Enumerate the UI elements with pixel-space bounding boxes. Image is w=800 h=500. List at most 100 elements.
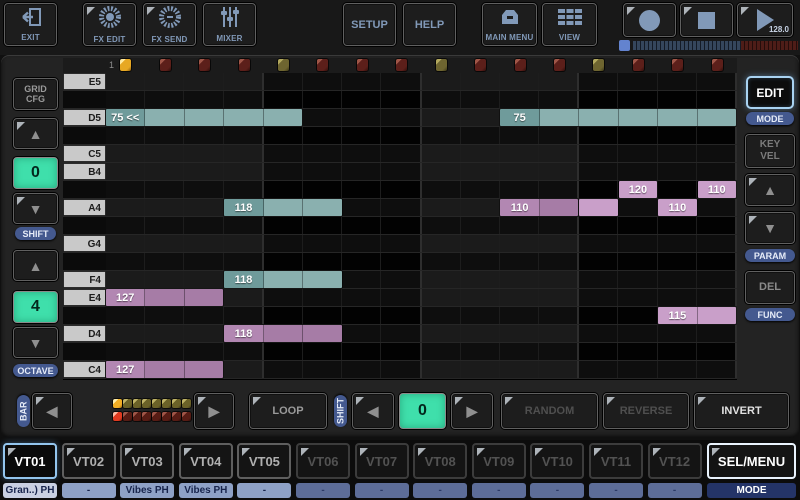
note-tail[interactable] [658,109,697,126]
grid-cell[interactable] [422,343,461,360]
grid-cell[interactable] [539,361,579,378]
grid-cell[interactable] [618,235,657,252]
grid-cell[interactable] [461,73,500,90]
grid-cell[interactable] [618,325,657,342]
grid-cell[interactable] [381,325,421,342]
grid-cell[interactable] [618,343,657,360]
grid-cell[interactable] [264,145,303,162]
grid-cell[interactable] [381,181,421,198]
grid-cell[interactable] [303,109,342,126]
setup-button[interactable]: SETUP [343,3,396,46]
grid-cell[interactable] [342,343,381,360]
track-tab-vt10[interactable]: VT10 [530,443,584,479]
track-tab-vt06[interactable]: VT06 [296,443,350,479]
note-head[interactable]: 127 [106,361,145,378]
grid-cell[interactable] [618,289,657,306]
grid-cell[interactable] [303,181,342,198]
grid-cell[interactable] [381,343,421,360]
track-tab-vt03[interactable]: VT03 [120,443,174,479]
note[interactable]: 127 [106,361,223,378]
grid-cell[interactable] [422,253,461,270]
grid-cell[interactable] [500,163,539,180]
step-marker-icon[interactable] [120,59,131,71]
grid-cell[interactable] [106,343,145,360]
grid-cell[interactable] [224,145,264,162]
random-button[interactable]: RANDOM [501,393,598,429]
note-tail[interactable] [579,109,618,126]
grid-cell[interactable] [224,127,264,144]
grid-cell[interactable] [500,343,539,360]
grid-cell[interactable] [381,235,421,252]
grid-cell[interactable] [461,163,500,180]
grid-cell[interactable] [106,145,145,162]
grid-cell[interactable] [145,199,184,216]
grid-cell[interactable] [303,307,342,324]
note-head[interactable] [579,199,617,216]
grid-cell[interactable] [145,343,184,360]
grid-cell[interactable] [579,361,618,378]
grid-cell[interactable] [539,289,579,306]
grid-cell[interactable] [303,73,342,90]
piano-key-black[interactable] [63,343,106,360]
stop-button[interactable] [680,3,733,37]
bar-next-button[interactable]: ▶ [194,393,234,429]
grid-cell[interactable] [342,235,381,252]
grid-cell[interactable] [658,343,697,360]
grid-cell[interactable] [184,325,223,342]
grid-cell[interactable] [539,325,579,342]
help-button[interactable]: HELP [403,3,456,46]
track-tab-vt07[interactable]: VT07 [355,443,409,479]
grid-cell[interactable] [381,91,421,108]
piano-key-white[interactable]: E4 [63,289,106,306]
note[interactable]: 110 [658,199,696,216]
grid-cell[interactable] [342,217,381,234]
grid-cell[interactable] [184,199,223,216]
note-tail[interactable] [145,289,184,306]
grid-cell[interactable] [500,235,539,252]
note-head[interactable]: 110 [500,199,539,216]
delete-button[interactable]: DEL [745,271,795,304]
shift-down-button[interactable]: ▼ [13,193,58,224]
piano-key-black[interactable] [63,217,106,234]
grid-cell[interactable] [106,163,145,180]
grid-cell[interactable] [618,271,657,288]
grid-cell[interactable] [697,91,737,108]
grid-cell[interactable] [145,325,184,342]
grid-cell[interactable] [618,91,657,108]
grid-cell[interactable] [539,127,579,144]
grid-cell[interactable] [658,91,697,108]
bar-icon[interactable] [172,399,181,408]
grid-cell[interactable] [106,73,145,90]
grid-cell[interactable] [145,307,184,324]
shift-left-button[interactable]: ◀ [352,393,394,429]
sel-menu-button[interactable]: SEL/MENU [707,443,796,479]
grid-cell[interactable] [145,145,184,162]
invert-button[interactable]: INVERT [694,393,789,429]
note[interactable]: 118 [224,325,341,342]
bar-icon[interactable] [133,399,142,408]
note[interactable]: 75 [500,109,736,126]
note-head[interactable]: 110 [658,199,696,216]
grid-cell[interactable] [618,163,657,180]
grid-cell[interactable] [658,235,697,252]
note-tail[interactable] [303,271,341,288]
step-marker-icon[interactable] [239,59,250,71]
grid-cell[interactable] [539,343,579,360]
grid-cell[interactable] [658,163,697,180]
grid-cell[interactable] [422,271,461,288]
grid-cell[interactable] [697,289,737,306]
grid-cell[interactable] [422,91,461,108]
track-tab-vt05[interactable]: VT05 [237,443,291,479]
piano-key-white[interactable]: C4 [63,361,106,378]
grid-cell[interactable] [184,181,223,198]
grid-cell[interactable] [579,343,618,360]
grid-cell[interactable] [342,127,381,144]
grid-cell[interactable] [461,289,500,306]
note-tail[interactable] [145,109,184,126]
grid-cell[interactable] [618,307,657,324]
grid-cell[interactable] [461,109,500,126]
note-head[interactable]: 118 [224,325,263,342]
piano-key-black[interactable] [63,253,106,270]
grid-cell[interactable] [342,199,381,216]
note-head[interactable]: 120 [619,181,657,198]
